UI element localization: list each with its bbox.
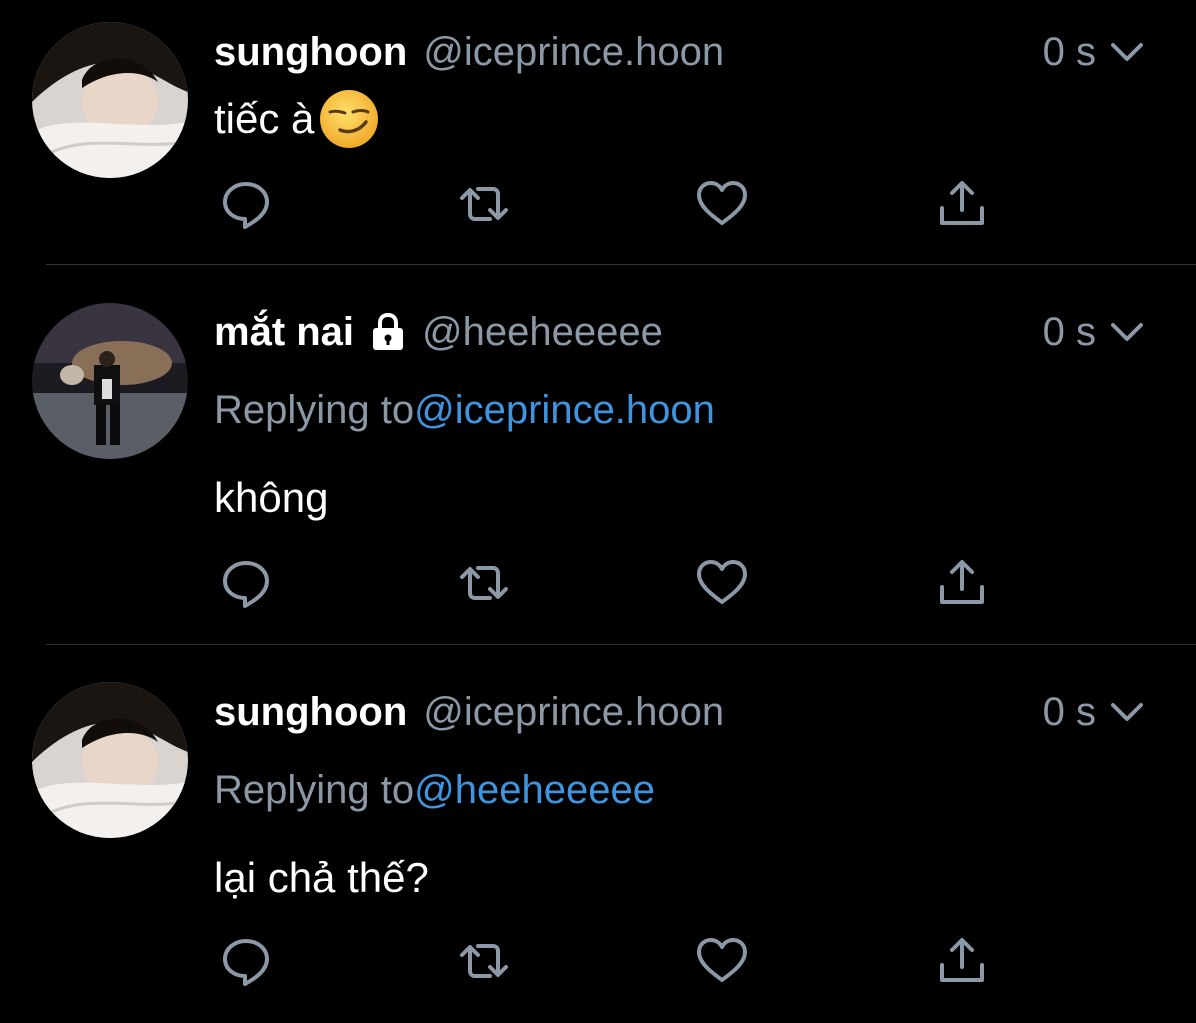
like-button[interactable] (694, 555, 750, 611)
display-name[interactable]: mắt nai (214, 310, 354, 355)
tweet-text: lại chả thế? (214, 854, 429, 901)
replying-to: Replying to@iceprince.hoon (214, 388, 715, 433)
timestamp: 0 s (1042, 309, 1096, 354)
reply-icon (223, 939, 269, 986)
username-handle[interactable]: @heeheeeee (422, 310, 663, 355)
tweet-meta: 0 s (1043, 682, 1144, 742)
tweet-text-row: tiếc à (214, 88, 380, 150)
smirking-face-emoji (320, 90, 379, 148)
display-name[interactable]: sunghoon (214, 690, 407, 735)
tweet-actions (214, 933, 1014, 989)
replying-to-label: Replying to (214, 768, 415, 812)
share-icon (940, 181, 984, 225)
tweet-meta: 0 s (1043, 302, 1144, 362)
avatar[interactable] (32, 682, 188, 838)
username-handle[interactable]: @iceprince.hoon (423, 690, 724, 735)
tweet-header: mắt nai @heeheeeee (214, 302, 663, 362)
divider (46, 264, 1196, 265)
share-icon (940, 938, 984, 982)
heart-icon (697, 938, 747, 982)
like-button[interactable] (694, 176, 750, 232)
tweet-text-row: lại chả thế? (214, 848, 429, 908)
share-button[interactable] (934, 176, 990, 232)
replying-to-handle[interactable]: @heeheeeee (414, 768, 655, 812)
reply-icon (223, 561, 269, 608)
avatar-photo (32, 303, 188, 459)
avatar[interactable] (32, 22, 188, 178)
timestamp: 0 s (1042, 689, 1096, 734)
tweet-text: không (214, 474, 329, 521)
tweet-actions (214, 176, 1014, 232)
heart-icon (697, 560, 747, 604)
replying-to-handle[interactable]: @iceprince.hoon (414, 388, 715, 432)
retweet-icon (460, 187, 508, 221)
like-button[interactable] (694, 933, 750, 989)
retweet-icon (460, 944, 508, 978)
tweet-header: sunghoon @iceprince.hoon (214, 682, 724, 742)
display-name[interactable]: sunghoon (214, 30, 407, 75)
share-button[interactable] (934, 933, 990, 989)
share-icon (940, 560, 984, 604)
retweet-button[interactable] (456, 933, 512, 989)
lock-icon (373, 312, 404, 350)
retweet-button[interactable] (456, 176, 512, 232)
avatar[interactable] (32, 303, 188, 459)
replying-to: Replying to@heeheeeee (214, 768, 655, 813)
tweet-text: tiếc à (214, 95, 315, 142)
replying-to-label: Replying to (214, 388, 415, 432)
reply-button[interactable] (218, 555, 274, 611)
tweet-actions (214, 555, 1014, 611)
username-handle[interactable]: @iceprince.hoon (423, 30, 724, 75)
tweet-text-row: không (214, 468, 328, 528)
reply-button[interactable] (218, 176, 274, 232)
chevron-down-icon[interactable] (1110, 41, 1144, 63)
retweet-button[interactable] (456, 555, 512, 611)
divider (46, 644, 1196, 645)
reply-button[interactable] (218, 933, 274, 989)
tweet-header: sunghoon @iceprince.hoon (214, 22, 724, 82)
heart-icon (697, 181, 747, 225)
share-button[interactable] (934, 555, 990, 611)
tweet-meta: 0 s (1043, 22, 1144, 82)
chevron-down-icon[interactable] (1110, 701, 1144, 723)
avatar-photo (32, 22, 188, 178)
timestamp: 0 s (1042, 29, 1096, 74)
retweet-icon (460, 566, 508, 600)
reply-icon (223, 182, 269, 229)
chevron-down-icon[interactable] (1110, 321, 1144, 343)
avatar-photo (32, 682, 188, 838)
